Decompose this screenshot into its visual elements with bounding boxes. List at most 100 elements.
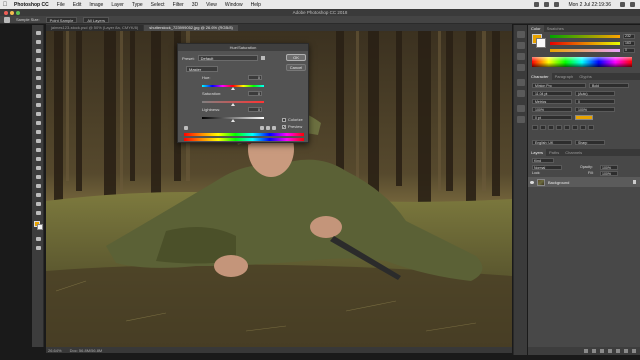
menu-window[interactable]: Window bbox=[221, 2, 247, 8]
eyedropper-icon[interactable] bbox=[260, 126, 264, 130]
adjustments-panel-icon[interactable] bbox=[517, 64, 525, 71]
battery-icon[interactable] bbox=[554, 2, 560, 7]
marquee-tool-icon[interactable] bbox=[34, 38, 42, 46]
eyedropper-tool-icon[interactable] bbox=[34, 74, 42, 82]
saturation-slider-knob[interactable] bbox=[231, 103, 235, 106]
blur-tool-icon[interactable] bbox=[34, 137, 42, 145]
blue-slider[interactable] bbox=[550, 49, 620, 52]
layer-name[interactable]: Background bbox=[548, 180, 569, 185]
move-tool-icon[interactable] bbox=[34, 29, 42, 37]
libraries-panel-icon[interactable] bbox=[517, 105, 525, 112]
menu-type[interactable]: Type bbox=[128, 2, 147, 8]
quick-select-tool-icon[interactable] bbox=[34, 56, 42, 64]
green-value[interactable]: 163 bbox=[623, 41, 635, 46]
menu-photoshop[interactable]: Photoshop CC bbox=[10, 2, 53, 8]
layer-row[interactable]: Background bbox=[528, 177, 640, 187]
color-panel-background[interactable] bbox=[536, 38, 546, 48]
dodge-tool-icon[interactable] bbox=[34, 146, 42, 154]
red-slider[interactable] bbox=[550, 35, 620, 38]
blend-mode-select[interactable]: Normal bbox=[532, 165, 562, 170]
horizontal-scale-field[interactable]: 100% bbox=[575, 107, 615, 112]
menu-layer[interactable]: Layer bbox=[107, 2, 128, 8]
eyedropper-tool-icon[interactable] bbox=[4, 16, 10, 23]
font-family-select[interactable]: Minion Pro bbox=[532, 83, 586, 88]
sample-layers-select[interactable]: All Layers bbox=[83, 16, 109, 23]
eyedropper-plus-icon[interactable] bbox=[266, 126, 270, 130]
small-caps-button[interactable] bbox=[556, 125, 562, 130]
green-slider[interactable] bbox=[550, 42, 620, 45]
history-panel-icon[interactable] bbox=[517, 31, 525, 38]
quick-mask-icon[interactable] bbox=[34, 235, 42, 243]
preview-checkbox-box[interactable]: ✓ bbox=[282, 124, 286, 129]
gradient-tool-icon[interactable] bbox=[34, 128, 42, 136]
clone-source-panel-icon[interactable] bbox=[517, 90, 525, 97]
anti-alias-select[interactable]: Sharp bbox=[575, 140, 605, 145]
lightness-slider-knob[interactable] bbox=[231, 119, 235, 122]
menubar-clock[interactable]: Mon 2 Jul 22:19:36 bbox=[564, 2, 615, 8]
text-color-swatch[interactable] bbox=[575, 115, 593, 120]
saturation-value[interactable]: 0 bbox=[248, 91, 262, 96]
preset-options-icon[interactable] bbox=[260, 56, 265, 60]
properties-panel-icon[interactable] bbox=[517, 42, 525, 49]
apple-icon[interactable]:  bbox=[0, 2, 10, 8]
path-select-tool-icon[interactable] bbox=[34, 173, 42, 181]
zoom-tool-icon[interactable] bbox=[34, 200, 42, 208]
clone-stamp-tool-icon[interactable] bbox=[34, 101, 42, 109]
type-tool-icon[interactable] bbox=[34, 164, 42, 172]
faux-italic-button[interactable] bbox=[540, 125, 546, 130]
ok-button[interactable]: OK bbox=[286, 54, 306, 61]
menu-view[interactable]: View bbox=[202, 2, 221, 8]
adjustment-layer-icon[interactable] bbox=[608, 349, 612, 353]
faux-bold-button[interactable] bbox=[532, 125, 538, 130]
tab-swatches[interactable]: Swatches bbox=[544, 25, 567, 32]
color-spectrum-ramp[interactable] bbox=[532, 57, 632, 67]
info-panel-icon[interactable] bbox=[517, 53, 525, 60]
font-size-field[interactable]: 11.04 pt bbox=[532, 91, 572, 96]
search-icon[interactable] bbox=[620, 2, 625, 7]
blue-value[interactable]: 0 bbox=[623, 48, 635, 53]
menu-select[interactable]: Select bbox=[147, 2, 169, 8]
background-color-swatch[interactable] bbox=[37, 224, 43, 230]
channel-select[interactable]: Master bbox=[186, 66, 218, 72]
lightness-value[interactable]: 0 bbox=[248, 107, 262, 112]
layer-filter-kind[interactable]: Kind bbox=[532, 158, 554, 163]
hand-tool-icon[interactable] bbox=[34, 191, 42, 199]
tab-character[interactable]: Character bbox=[528, 73, 552, 80]
new-group-icon[interactable] bbox=[616, 349, 620, 353]
healing-brush-tool-icon[interactable] bbox=[34, 83, 42, 91]
subscript-button[interactable] bbox=[572, 125, 578, 130]
tab-layers[interactable]: Layers bbox=[528, 149, 547, 156]
screen-mode-icon[interactable] bbox=[34, 244, 42, 252]
shape-tool-icon[interactable] bbox=[34, 182, 42, 190]
vertical-scale-field[interactable]: 100% bbox=[532, 107, 572, 112]
language-select[interactable]: English: UK bbox=[532, 140, 572, 145]
menu-filter[interactable]: Filter bbox=[169, 2, 188, 8]
hue-value[interactable]: 0 bbox=[248, 75, 262, 80]
tracking-field[interactable]: 0 bbox=[575, 99, 615, 104]
menu-image[interactable]: Image bbox=[85, 2, 107, 8]
actions-panel-icon[interactable] bbox=[517, 116, 525, 123]
superscript-button[interactable] bbox=[564, 125, 570, 130]
menu-3d[interactable]: 3D bbox=[188, 2, 202, 8]
fill-field[interactable]: 100% bbox=[600, 171, 618, 176]
zoom-level[interactable]: 26.64% bbox=[48, 348, 62, 353]
menu-edit[interactable]: Edit bbox=[69, 2, 86, 8]
eraser-tool-icon[interactable] bbox=[34, 119, 42, 127]
add-mask-icon[interactable] bbox=[600, 349, 604, 353]
baseline-shift-field[interactable]: 0 pt bbox=[532, 115, 572, 120]
menu-help[interactable]: Help bbox=[247, 2, 265, 8]
eyedropper-minus-icon[interactable] bbox=[272, 126, 276, 130]
crop-tool-icon[interactable] bbox=[34, 65, 42, 73]
tab-channels[interactable]: Channels bbox=[562, 149, 585, 156]
menu-list-icon[interactable] bbox=[630, 2, 635, 7]
red-value[interactable]: 232 bbox=[623, 34, 635, 39]
lasso-tool-icon[interactable] bbox=[34, 47, 42, 55]
strikethrough-button[interactable] bbox=[588, 125, 594, 130]
font-style-select[interactable]: Bold bbox=[589, 83, 629, 88]
targeted-adjustment-icon[interactable] bbox=[184, 126, 188, 130]
wifi-icon[interactable] bbox=[544, 2, 550, 7]
visibility-eye-icon[interactable] bbox=[530, 180, 534, 184]
brush-panel-icon[interactable] bbox=[517, 79, 525, 86]
cancel-button[interactable]: Cancel bbox=[286, 64, 306, 71]
preset-select[interactable]: Default bbox=[197, 55, 258, 61]
